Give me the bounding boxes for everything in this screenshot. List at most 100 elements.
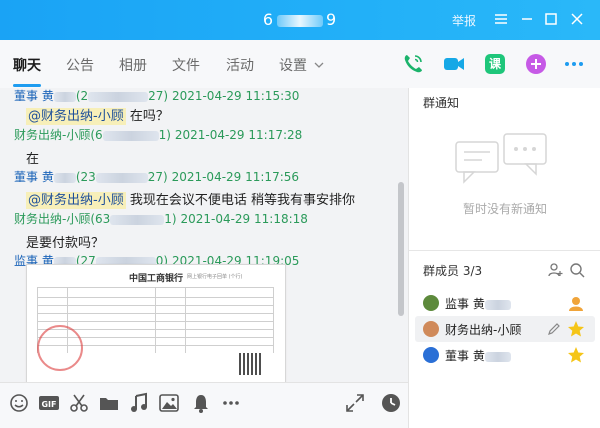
mention-tag[interactable]: @财务出纳-小顾: [26, 192, 126, 209]
tab-activity[interactable]: 活动: [226, 55, 254, 75]
receipt-image[interactable]: 中国工商银行 网上银行电子回单 (个行): [26, 264, 286, 382]
sidebar-divider: [409, 250, 600, 251]
avatar: [423, 347, 439, 363]
sender-name[interactable]: 董事 黄: [14, 89, 54, 103]
message-content: 在吗？: [125, 109, 169, 124]
message-time: 2021-04-29 11:15:30: [171, 89, 300, 103]
sender-id-suffix: 1): [164, 212, 177, 226]
members-title: 群成员 3/3: [423, 264, 483, 278]
member-name: 董事 黄: [445, 347, 511, 364]
message-header: 财务出纳-小顾(6 1) 2021-04-29 11:17:28: [14, 126, 302, 143]
avatar: [423, 295, 439, 311]
invite-member-icon[interactable]: [547, 262, 563, 282]
chat-toolbar: 聊天 公告 相册 文件 活动 设置 课: [0, 40, 600, 89]
class-app-icon[interactable]: 课: [483, 52, 507, 76]
sender-id-suffix: 1): [158, 128, 171, 142]
receipt-rule: [155, 287, 156, 353]
sender-id-prefix: (23: [75, 170, 96, 184]
phone-icon[interactable]: [401, 52, 425, 76]
member-name: 财务出纳-小顾: [445, 323, 522, 337]
message-header: 董事 黄 (2 27) 2021-04-29 11:15:30: [14, 88, 299, 104]
history-clock-icon[interactable]: [380, 392, 402, 414]
title-bar: 6 9 举报: [0, 0, 600, 40]
chevron-down-icon[interactable]: [313, 56, 325, 75]
gif-icon[interactable]: GIF: [38, 392, 60, 414]
message-list[interactable]: 董事 黄 (2 27) 2021-04-29 11:15:30 @财务出纳-小顾 在…: [0, 88, 408, 382]
add-app-icon[interactable]: [524, 52, 548, 76]
report-button[interactable]: 举报: [452, 12, 476, 29]
notice-empty-text: 暂时没有新通知: [462, 202, 547, 216]
input-toolbar: GIF: [0, 382, 408, 428]
name-blur: [53, 91, 76, 102]
sender-id-prefix: (2: [75, 89, 89, 103]
id-blur: [110, 214, 165, 225]
mention-tag[interactable]: @财务出纳-小顾: [26, 108, 126, 125]
tab-settings[interactable]: 设置: [279, 55, 307, 75]
member-row[interactable]: 监事 黄: [415, 290, 595, 316]
tab-chat[interactable]: 聊天: [13, 55, 41, 75]
message-header: 董事 黄 (23 27) 2021-04-29 11:17:56: [14, 168, 299, 185]
owner-badge-icon: [567, 294, 585, 316]
receipt-rule: [273, 287, 274, 353]
message-content: 我现在会议不便电话 稍等我有事安排你: [125, 193, 355, 208]
close-icon[interactable]: [566, 8, 588, 30]
message-header: 财务出纳-小顾(63 1) 2021-04-29 11:18:18: [14, 210, 308, 227]
message-time: 2021-04-29 11:17:56: [171, 170, 300, 184]
admin-star-icon: [567, 320, 585, 342]
more-icon[interactable]: [490, 8, 512, 30]
id-blur: [95, 172, 148, 183]
message-text: 在: [26, 148, 39, 167]
id-blur: [88, 91, 149, 102]
image-icon[interactable]: [158, 392, 180, 414]
message-time: 2021-04-29 11:18:18: [180, 212, 308, 226]
tab-album[interactable]: 相册: [119, 55, 147, 75]
maximize-icon[interactable]: [540, 8, 562, 30]
message-text: @财务出纳-小顾 在吗？: [26, 105, 169, 125]
video-call-icon[interactable]: [442, 52, 466, 76]
member-row[interactable]: 董事 黄: [415, 342, 595, 368]
bell-icon[interactable]: [190, 392, 212, 414]
title-suffix: 9: [326, 10, 338, 29]
sender-name[interactable]: 董事 黄: [14, 170, 54, 184]
sender-id-suffix: 27): [148, 89, 169, 103]
qr-code: [239, 353, 261, 375]
admin-star-icon: [567, 346, 585, 368]
message-text: 是要付款吗？: [26, 232, 104, 251]
minimize-icon[interactable]: [516, 8, 538, 30]
more-options-icon[interactable]: [562, 52, 586, 76]
sender-name[interactable]: 财务出纳-小顾: [14, 212, 90, 226]
tab-announcement[interactable]: 公告: [66, 55, 94, 75]
svg-text:GIF: GIF: [41, 400, 56, 409]
title-prefix: 6: [262, 10, 274, 29]
class-app-label: 课: [488, 57, 501, 71]
message-time: 2021-04-29 11:17:28: [174, 128, 303, 142]
tab-files[interactable]: 文件: [172, 55, 200, 75]
empty-notice-icon: [452, 130, 552, 198]
music-icon[interactable]: [128, 392, 150, 414]
receipt-subtitle: 网上银行电子回单 (个行): [187, 274, 243, 280]
sender-id-suffix: 27): [147, 170, 168, 184]
folder-icon[interactable]: [98, 392, 120, 414]
search-icon[interactable]: [569, 262, 585, 282]
sender-id-prefix: (63: [90, 212, 111, 226]
id-blur: [102, 130, 159, 141]
title-blur: [277, 14, 323, 27]
avatar: [423, 321, 439, 337]
tab-underline: [13, 84, 41, 87]
scissors-icon[interactable]: [68, 392, 90, 414]
sender-name[interactable]: 财务出纳-小顾: [14, 128, 90, 142]
emoji-icon[interactable]: [8, 392, 30, 414]
red-seal-stamp: [37, 325, 83, 371]
receipt-rule: [185, 287, 186, 353]
member-row[interactable]: 财务出纳-小顾: [415, 316, 595, 342]
message-content: 是要付款吗？: [26, 236, 105, 251]
member-name: 监事 黄: [445, 295, 511, 312]
edit-icon[interactable]: [547, 321, 561, 340]
message-content: 在: [26, 152, 40, 167]
more-tools-icon[interactable]: [220, 392, 242, 414]
name-blur: [53, 172, 76, 183]
chat-scrollbar[interactable]: [398, 182, 404, 316]
expand-icon[interactable]: [344, 392, 366, 414]
notice-title: 群通知: [423, 96, 460, 110]
sender-id-prefix: (6: [90, 128, 103, 142]
